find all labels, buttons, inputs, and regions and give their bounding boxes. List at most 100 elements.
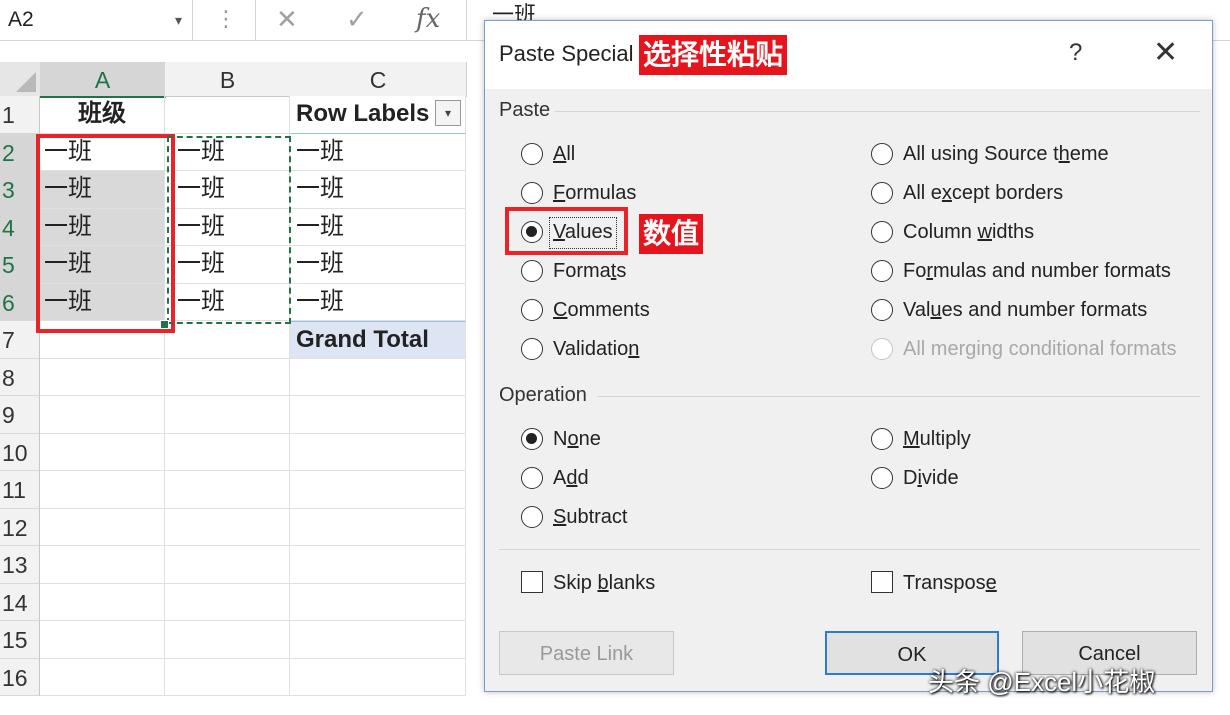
column-header-b[interactable]: B bbox=[165, 62, 291, 97]
cell-c16[interactable] bbox=[290, 658, 466, 696]
option-label[interactable]: Multiply bbox=[903, 426, 971, 452]
row-header[interactable]: 14 bbox=[0, 583, 40, 621]
cell-b13[interactable] bbox=[165, 546, 290, 584]
column-header-a[interactable]: A bbox=[40, 62, 166, 98]
cell-c9[interactable] bbox=[290, 396, 466, 434]
radio-icon[interactable] bbox=[521, 260, 543, 282]
cell-b8[interactable] bbox=[165, 358, 290, 396]
cell-b7[interactable] bbox=[165, 321, 290, 359]
cell-c10[interactable] bbox=[290, 433, 466, 471]
option-label[interactable]: Add bbox=[553, 465, 589, 491]
option-label[interactable]: All except borders bbox=[903, 180, 1063, 206]
cell-c5[interactable]: 一班 bbox=[290, 246, 466, 284]
close-icon[interactable]: ✕ bbox=[1153, 35, 1178, 70]
column-header-c[interactable]: C bbox=[290, 62, 467, 97]
row-header[interactable]: 11 bbox=[0, 471, 40, 509]
cancel-entry-icon[interactable]: ✕ bbox=[276, 0, 298, 38]
row-header[interactable]: 16 bbox=[0, 658, 40, 696]
radio-icon[interactable] bbox=[871, 182, 893, 204]
option-label[interactable]: Values and number formats bbox=[903, 297, 1147, 323]
option-label[interactable]: Validation bbox=[553, 336, 639, 362]
cell-a9[interactable] bbox=[40, 396, 165, 434]
name-box-dropdown-icon[interactable]: ▾ bbox=[175, 0, 182, 40]
cell-a13[interactable] bbox=[40, 546, 165, 584]
row-header[interactable]: 9 bbox=[0, 396, 40, 434]
cell-b14[interactable] bbox=[165, 583, 290, 621]
pivot-filter-dropdown-icon[interactable]: ▾ bbox=[435, 100, 461, 126]
row-header[interactable]: 8 bbox=[0, 358, 40, 396]
option-label[interactable]: All bbox=[553, 141, 575, 167]
radio-icon[interactable] bbox=[871, 299, 893, 321]
cell-c12[interactable] bbox=[290, 508, 466, 546]
cell-c14[interactable] bbox=[290, 583, 466, 621]
checkbox-label[interactable]: Transpose bbox=[903, 570, 997, 596]
cell-a1[interactable]: 班级 bbox=[40, 96, 165, 134]
select-all-corner[interactable] bbox=[0, 62, 41, 97]
row-header[interactable]: 6 bbox=[0, 283, 40, 321]
radio-icon[interactable] bbox=[521, 182, 543, 204]
option-label[interactable]: Comments bbox=[553, 297, 650, 323]
cell-a11[interactable] bbox=[40, 471, 165, 509]
cell-a12[interactable] bbox=[40, 508, 165, 546]
insert-function-icon[interactable]: fx bbox=[416, 0, 440, 38]
cell-b1[interactable] bbox=[165, 96, 290, 134]
row-header[interactable]: 1 bbox=[0, 96, 40, 134]
cell-b16[interactable] bbox=[165, 658, 290, 696]
radio-icon[interactable] bbox=[871, 143, 893, 165]
option-label[interactable]: Formulas and number formats bbox=[903, 258, 1171, 284]
row-header[interactable]: 2 bbox=[0, 133, 40, 171]
radio-icon[interactable] bbox=[521, 506, 543, 528]
row-header[interactable]: 10 bbox=[0, 433, 40, 471]
row-header[interactable]: 12 bbox=[0, 508, 40, 546]
radio-selected-icon[interactable] bbox=[521, 428, 543, 450]
radio-icon[interactable] bbox=[871, 221, 893, 243]
checkbox-icon[interactable] bbox=[871, 571, 893, 593]
cell-a14[interactable] bbox=[40, 583, 165, 621]
cell-c7[interactable]: Grand Total bbox=[290, 321, 466, 359]
row-header[interactable]: 7 bbox=[0, 321, 40, 359]
radio-icon[interactable] bbox=[871, 260, 893, 282]
cell-b15[interactable] bbox=[165, 621, 290, 659]
option-label[interactable]: All using Source theme bbox=[903, 141, 1109, 167]
name-box[interactable]: A2 ▾ bbox=[0, 0, 193, 40]
option-label[interactable]: Formulas bbox=[553, 180, 636, 206]
paste-link-button[interactable]: Paste Link bbox=[499, 631, 674, 675]
radio-icon[interactable] bbox=[871, 467, 893, 489]
checkbox-label[interactable]: Skip blanks bbox=[553, 570, 655, 596]
row-header[interactable]: 13 bbox=[0, 546, 40, 584]
cell-a8[interactable] bbox=[40, 358, 165, 396]
confirm-entry-icon[interactable]: ✓ bbox=[346, 0, 368, 38]
cell-b12[interactable] bbox=[165, 508, 290, 546]
option-label[interactable]: None bbox=[553, 426, 601, 452]
cell-c1[interactable]: Row Labels ▾ bbox=[290, 96, 466, 134]
row-header[interactable]: 3 bbox=[0, 171, 40, 209]
cell-c11[interactable] bbox=[290, 471, 466, 509]
cell-a16[interactable] bbox=[40, 658, 165, 696]
cell-c6[interactable]: 一班 bbox=[290, 283, 466, 321]
option-label[interactable]: Subtract bbox=[553, 504, 628, 530]
radio-icon[interactable] bbox=[521, 467, 543, 489]
cell-c13[interactable] bbox=[290, 546, 466, 584]
cell-a10[interactable] bbox=[40, 433, 165, 471]
cell-b9[interactable] bbox=[165, 396, 290, 434]
cell-b11[interactable] bbox=[165, 471, 290, 509]
option-label[interactable]: Column widths bbox=[903, 219, 1034, 245]
row-header[interactable]: 15 bbox=[0, 621, 40, 659]
radio-icon[interactable] bbox=[521, 143, 543, 165]
cell-a15[interactable] bbox=[40, 621, 165, 659]
fill-handle[interactable] bbox=[160, 320, 169, 329]
cell-c4[interactable]: 一班 bbox=[290, 208, 466, 246]
checkbox-icon[interactable] bbox=[521, 571, 543, 593]
radio-icon[interactable] bbox=[521, 338, 543, 360]
cell-c2[interactable]: 一班 bbox=[290, 133, 466, 171]
help-icon[interactable]: ? bbox=[1069, 39, 1082, 67]
radio-icon[interactable] bbox=[521, 299, 543, 321]
cell-c3[interactable]: 一班 bbox=[290, 171, 466, 209]
cell-c8[interactable] bbox=[290, 358, 466, 396]
radio-icon[interactable] bbox=[871, 428, 893, 450]
row-header[interactable]: 5 bbox=[0, 246, 40, 284]
option-label[interactable]: Formats bbox=[553, 258, 626, 284]
cell-b10[interactable] bbox=[165, 433, 290, 471]
cell-c15[interactable] bbox=[290, 621, 466, 659]
option-label[interactable]: Divide bbox=[903, 465, 959, 491]
